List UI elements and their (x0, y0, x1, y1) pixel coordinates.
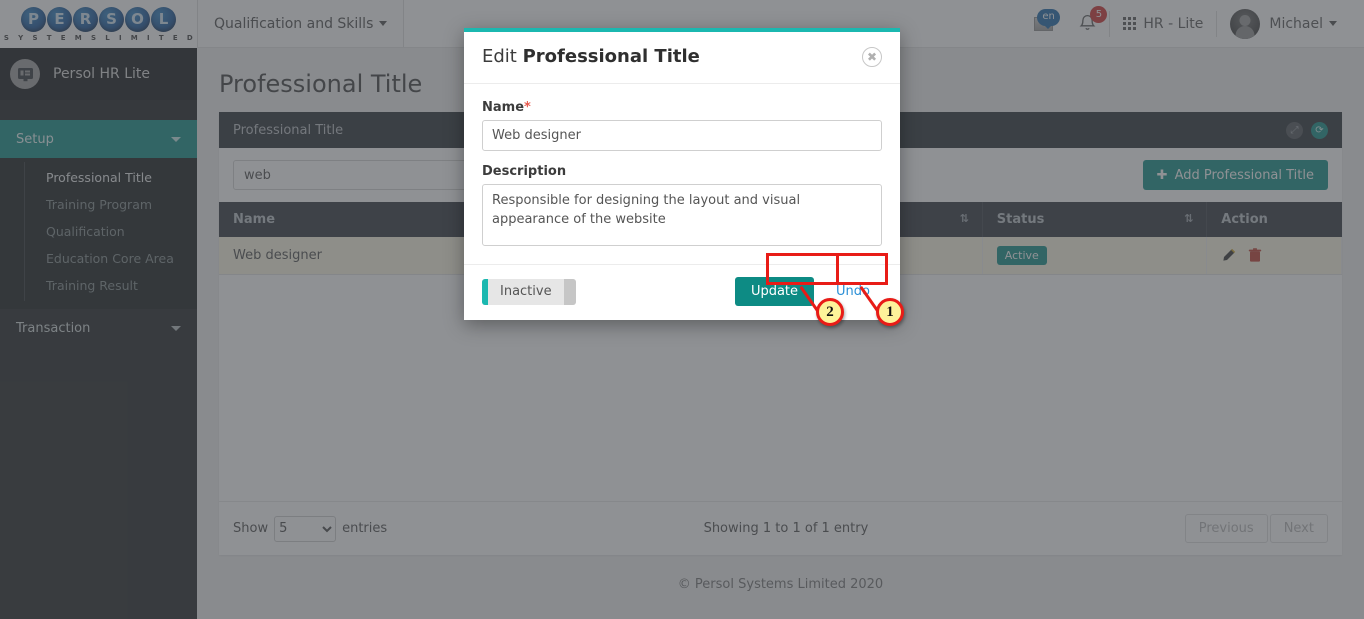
name-label-text: Name (482, 100, 525, 115)
modal-header: Edit Professional Title ✖ (464, 32, 900, 84)
close-circle-icon[interactable]: ✖ (862, 46, 882, 67)
modal-title-prefix: Edit (482, 46, 517, 67)
description-label: Description (482, 164, 567, 179)
name-label: Name* (482, 100, 882, 115)
edit-professional-title-modal: Edit Professional Title ✖ Name* Descript… (464, 28, 900, 320)
toggle-knob (563, 278, 576, 305)
annotation-bubble-1: 1 (876, 298, 904, 326)
status-toggle-label: Inactive (500, 284, 552, 299)
status-toggle[interactable]: Inactive (482, 278, 576, 305)
modal-footer-actions: Update Undo (734, 277, 882, 306)
description-form-group: Description (482, 164, 882, 250)
modal-title-strong: Professional Title (522, 46, 700, 67)
modal-title: Edit Professional Title (482, 46, 700, 67)
update-button[interactable]: Update (734, 277, 815, 306)
name-form-group: Name* (482, 100, 882, 151)
required-asterisk: * (524, 100, 531, 115)
name-input[interactable] (482, 120, 882, 151)
description-textarea[interactable] (482, 184, 882, 246)
modal-body: Name* Description (464, 84, 900, 264)
annotation-bubble-2: 2 (816, 298, 844, 326)
